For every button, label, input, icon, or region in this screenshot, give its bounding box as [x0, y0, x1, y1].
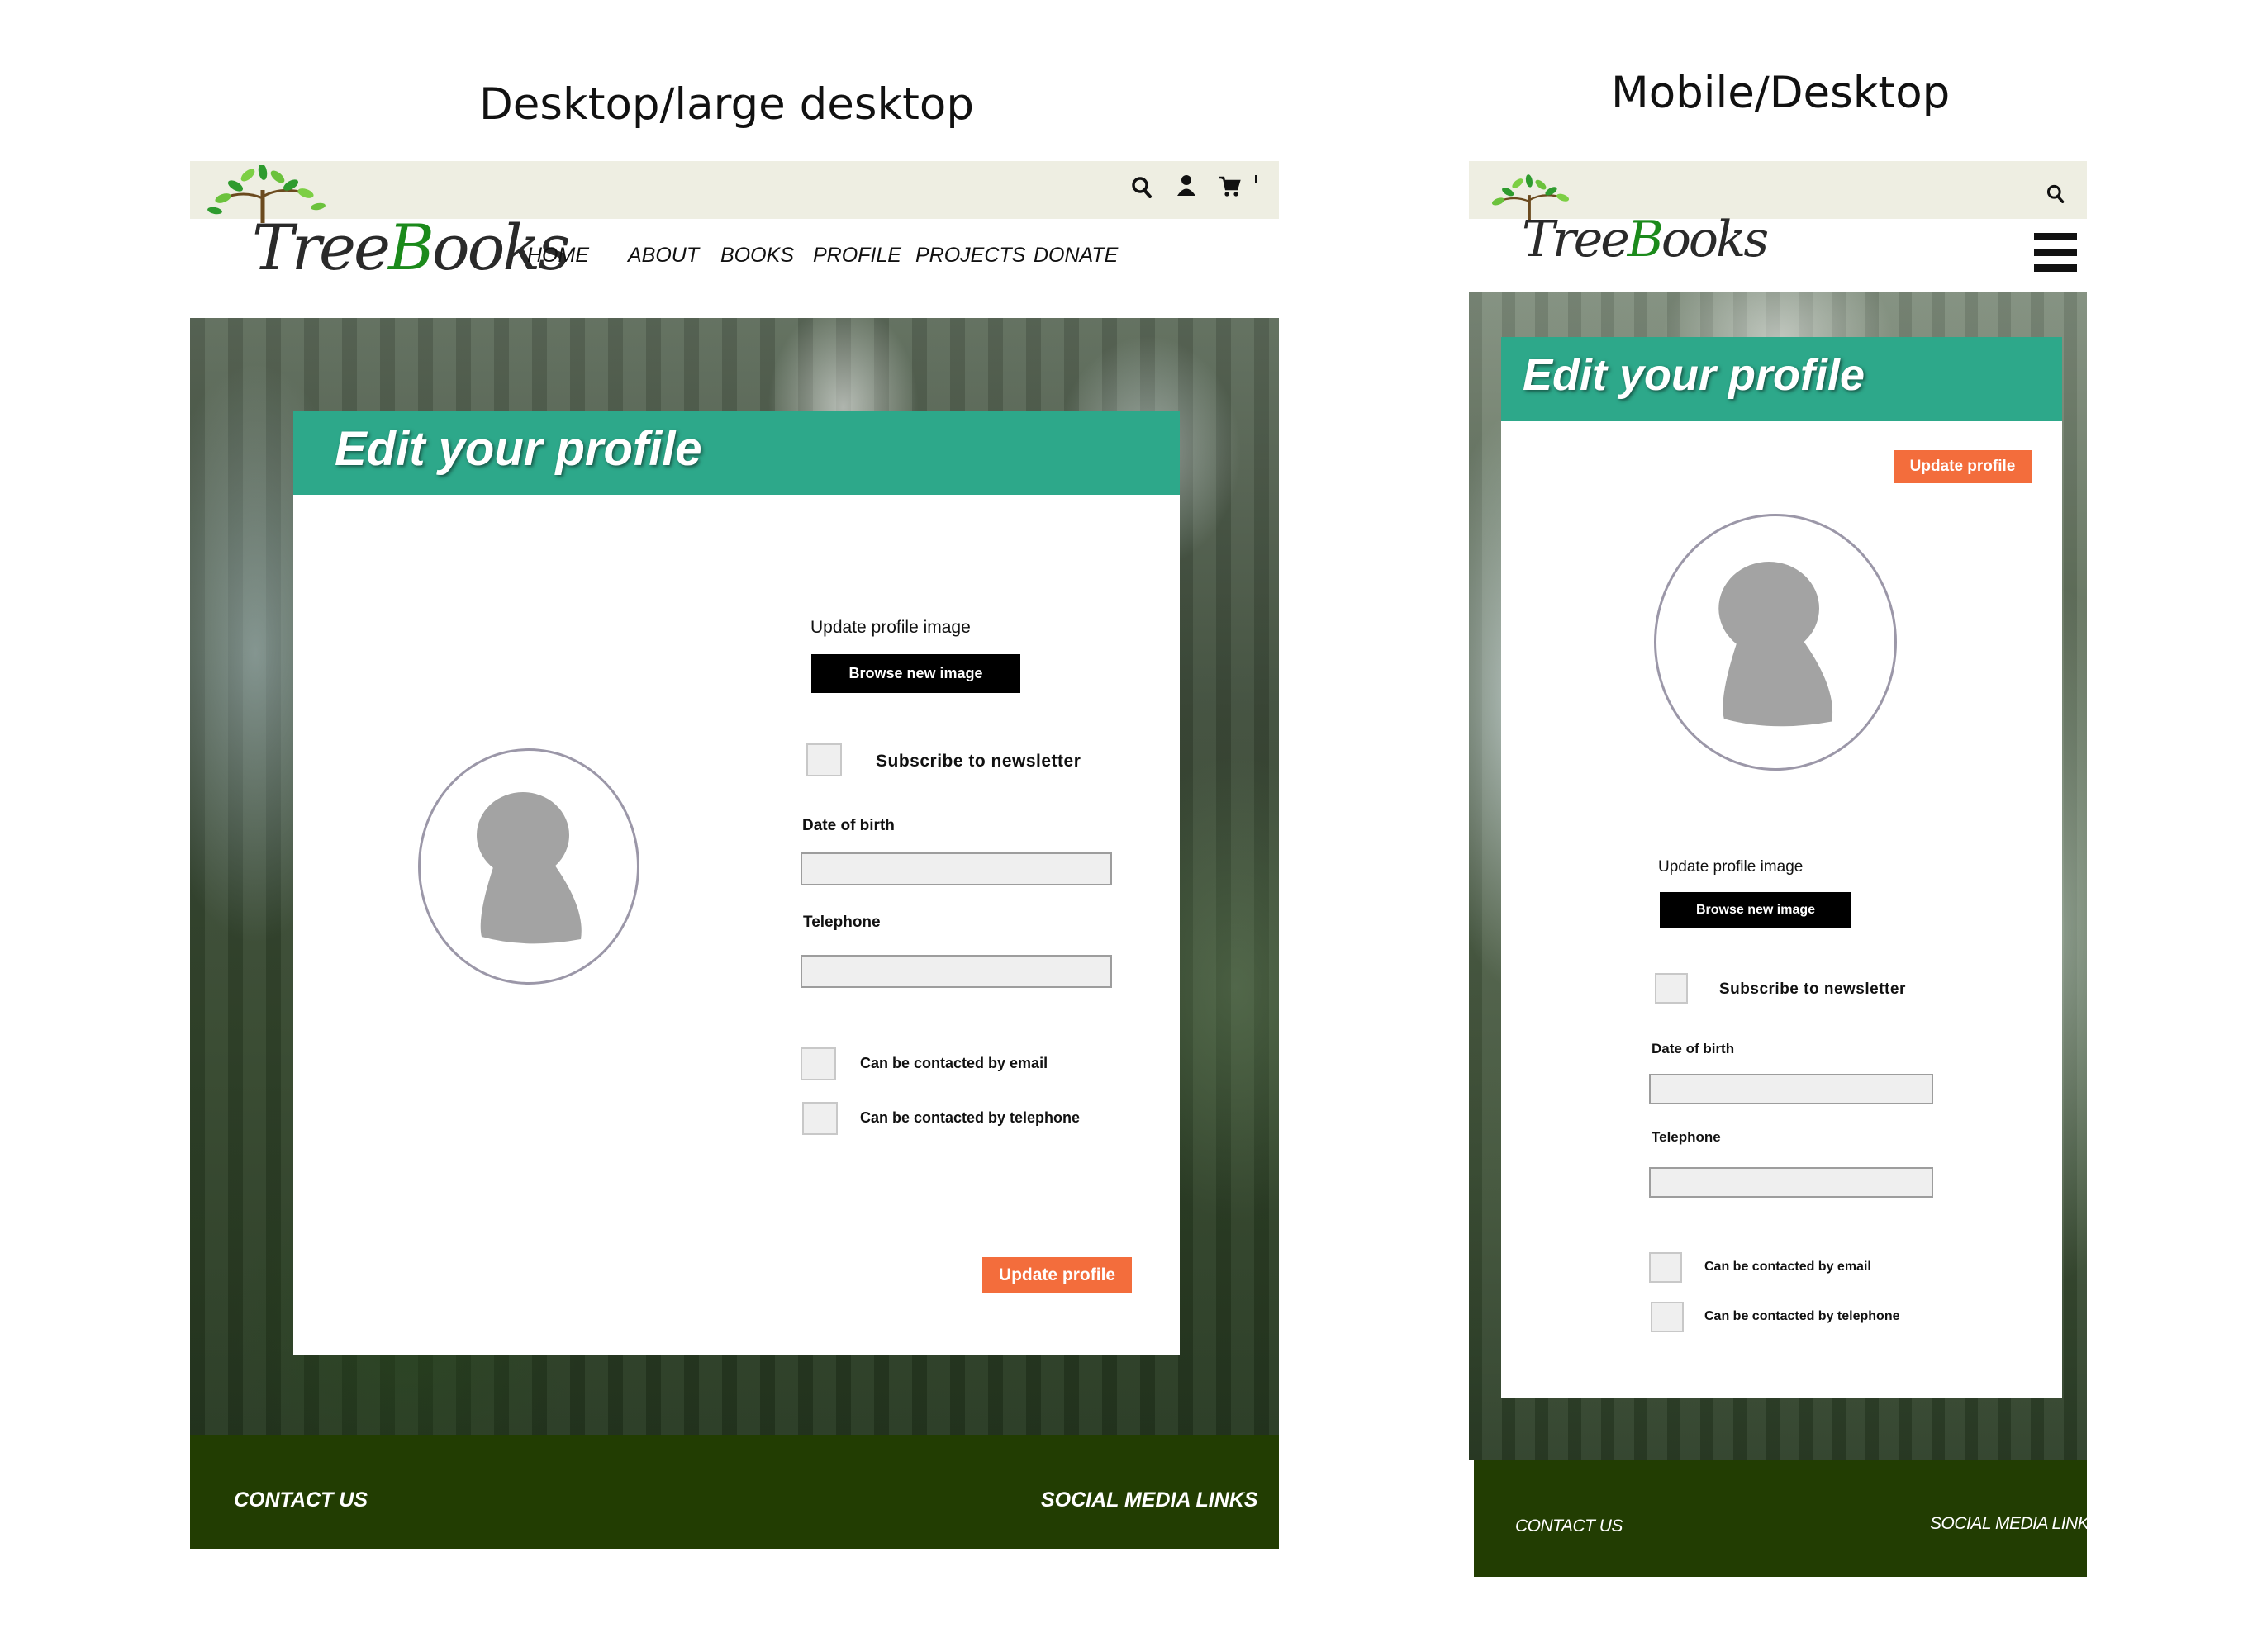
mobile-logo-wordmark: TreeBooks [1522, 211, 1769, 268]
update-image-label: Update profile image [810, 618, 971, 637]
mobile-search-icon[interactable] [2046, 183, 2065, 203]
desktop-page-title: Edit your profile [335, 422, 702, 476]
mobile-page-title: Edit your profile [1523, 350, 1865, 400]
mobile-avatar [1654, 514, 1897, 771]
user-icon[interactable] [1175, 173, 1198, 197]
mobile-contact-email-checkbox[interactable] [1649, 1252, 1682, 1283]
telephone-label: Telephone [803, 914, 881, 931]
nav-books[interactable]: BOOKS [720, 244, 794, 268]
mobile-telephone-label: Telephone [1652, 1129, 1721, 1145]
mobile-telephone-field[interactable] [1649, 1167, 1933, 1198]
mobile-update-image-label: Update profile image [1658, 858, 1804, 876]
hamburger-menu-icon[interactable] [2034, 233, 2077, 273]
avatar-placeholder-icon [477, 792, 582, 944]
cart-icon[interactable] [1218, 174, 1241, 197]
nav-profile[interactable]: PROFILE [813, 244, 901, 268]
mobile-update-profile-button[interactable]: Update profile [1894, 450, 2032, 483]
mobile-contact-phone-checkbox[interactable] [1651, 1302, 1684, 1332]
update-profile-button[interactable]: Update profile [982, 1257, 1132, 1293]
newsletter-checkbox[interactable] [806, 743, 842, 776]
newsletter-label: Subscribe to newsletter [876, 752, 1081, 771]
nav-home[interactable]: HOME [527, 244, 589, 268]
mobile-dob-label: Date of birth [1652, 1041, 1735, 1056]
mobile-browse-image-button[interactable]: Browse new image [1660, 892, 1851, 928]
browse-image-button[interactable]: Browse new image [811, 654, 1020, 693]
mobile-dob-field[interactable] [1649, 1074, 1933, 1104]
telephone-field[interactable] [801, 955, 1112, 988]
mobile-footer-contact-link[interactable]: CONTACT US [1515, 1517, 1623, 1536]
desktop-caption: Desktop/large desktop [479, 79, 974, 130]
mobile-caption: Mobile/Desktop [1611, 68, 1951, 118]
mobile-contact-phone-label: Can be contacted by telephone [1704, 1309, 1900, 1323]
cart-count-mark [1255, 175, 1257, 183]
nav-donate[interactable]: DONATE [1034, 244, 1118, 268]
logo-wordmark: TreeBooks [252, 211, 570, 284]
nav-about[interactable]: ABOUT [628, 244, 699, 268]
footer-contact-link[interactable]: CONTACT US [234, 1488, 368, 1512]
dob-label: Date of birth [802, 817, 895, 834]
mobile-contact-email-label: Can be contacted by email [1704, 1260, 1871, 1274]
desktop-logo[interactable]: TreeBooks [198, 165, 570, 297]
mobile-newsletter-checkbox[interactable] [1655, 973, 1688, 1004]
mobile-newsletter-label: Subscribe to newsletter [1719, 980, 1906, 998]
contact-phone-label: Can be contacted by telephone [860, 1109, 1081, 1126]
contact-email-label: Can be contacted by email [860, 1055, 1048, 1071]
search-icon[interactable] [1130, 175, 1153, 198]
dob-field[interactable] [801, 852, 1112, 885]
mobile-avatar-placeholder-icon [1718, 562, 1833, 727]
contact-email-checkbox[interactable] [801, 1047, 836, 1080]
mobile-logo[interactable]: TreeBooks [1479, 173, 1769, 285]
mobile-footer-social-link[interactable]: SOCIAL MEDIA LINKS [1930, 1514, 2100, 1534]
contact-phone-checkbox[interactable] [802, 1102, 838, 1135]
desktop-avatar [418, 748, 639, 985]
nav-projects[interactable]: PROJECTS [915, 244, 1025, 268]
footer-social-link[interactable]: SOCIAL MEDIA LINKS [1041, 1488, 1258, 1512]
